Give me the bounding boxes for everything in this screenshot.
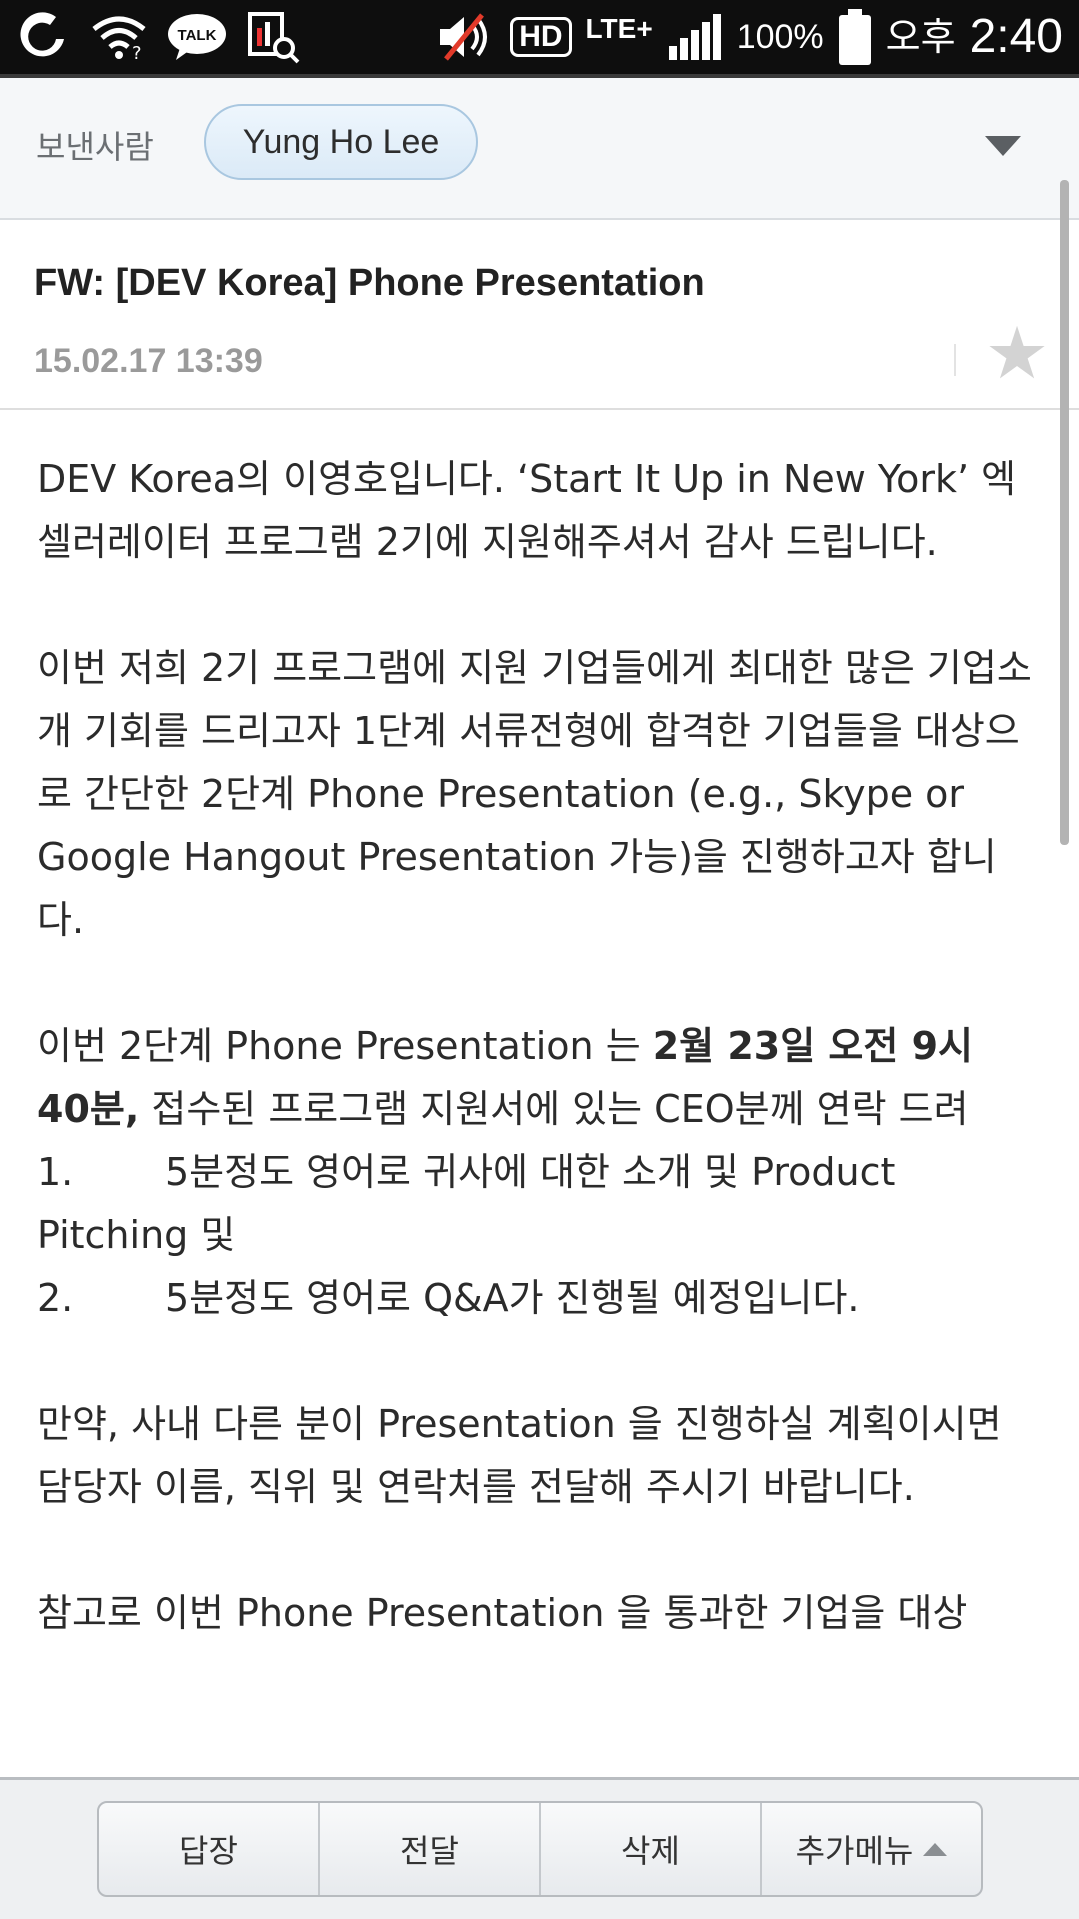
delete-label: 삭제 bbox=[621, 1832, 680, 1870]
divider bbox=[954, 344, 956, 376]
bottom-toolbar: 답장 전달 삭제 추가메뉴 bbox=[0, 1777, 1079, 1919]
olleh-icon bbox=[16, 9, 72, 65]
body-text: 접수된 프로그램 지원서에 있는 CEO분께 연락 드려 bbox=[139, 1087, 969, 1131]
list-item: 1. 5분정도 영어로 귀사에 대한 소개 및 Product Pitching … bbox=[37, 1141, 1037, 1267]
subject-divider bbox=[0, 408, 1079, 410]
more-menu-button[interactable]: 추가메뉴 bbox=[762, 1803, 981, 1895]
scrollbar[interactable] bbox=[1060, 180, 1069, 845]
list-text: 5분정도 영어로 귀사에 대한 소개 및 Product Pitching 및 bbox=[37, 1150, 896, 1257]
hd-voice-icon: HD bbox=[510, 17, 572, 57]
clock-time: 2:40 bbox=[969, 10, 1063, 63]
body-paragraph: 참고로 이번 Phone Presentation 을 통과한 기업을 대상 bbox=[37, 1591, 968, 1635]
sender-header: 보낸사람 Yung Ho Lee bbox=[0, 78, 1079, 220]
star-icon[interactable]: ★ bbox=[982, 317, 1052, 389]
battery-icon bbox=[838, 9, 872, 65]
kakaotalk-icon: TALK bbox=[166, 12, 228, 62]
screen-search-icon bbox=[246, 10, 300, 64]
clock-ampm: 오후 bbox=[885, 15, 956, 59]
list-text: 5분정도 영어로 Q&A가 진행될 예정입니다. bbox=[165, 1276, 860, 1320]
body-paragraph: 이번 저희 2기 프로그램에 지원 기업들에게 최대한 많은 기업소개 기회를 … bbox=[37, 646, 1032, 942]
list-number: 1. bbox=[37, 1150, 74, 1194]
status-bar: ? TALK HD LTE+ 100% 오후 2:40 bbox=[0, 0, 1079, 74]
message-subject: FW: [DEV Korea] Phone Presentation bbox=[34, 262, 705, 304]
action-button-group: 답장 전달 삭제 추가메뉴 bbox=[97, 1801, 983, 1897]
body-paragraph: 만약, 사내 다른 분이 Presentation 을 진행하실 계획이시면 담… bbox=[37, 1402, 1002, 1509]
body-text: 이번 2단계 Phone Presentation 는 bbox=[37, 1024, 653, 1068]
svg-text:?: ? bbox=[132, 43, 142, 61]
mute-icon bbox=[436, 11, 496, 63]
message-date: 15.02.17 13:39 bbox=[34, 342, 263, 380]
chevron-up-icon bbox=[923, 1842, 948, 1856]
reply-button[interactable]: 답장 bbox=[99, 1803, 320, 1895]
list-number: 2. bbox=[37, 1276, 74, 1320]
wifi-icon: ? bbox=[90, 13, 148, 61]
sender-label: 보낸사람 bbox=[36, 128, 154, 166]
lte-icon: LTE+ bbox=[585, 13, 653, 44]
battery-percent: 100% bbox=[736, 18, 824, 56]
more-menu-label: 추가메뉴 bbox=[795, 1832, 914, 1870]
reply-label: 답장 bbox=[179, 1832, 238, 1870]
list-item: 2. 5분정도 영어로 Q&A가 진행될 예정입니다. bbox=[37, 1267, 1037, 1330]
message-body: DEV Korea의 이영호입니다. ‘Start It Up in New Y… bbox=[37, 448, 1037, 1768]
sender-chip[interactable]: Yung Ho Lee bbox=[204, 104, 478, 180]
body-paragraph: 이번 2단계 Phone Presentation 는 2월 23일 오전 9시… bbox=[37, 1015, 1037, 1141]
svg-text:TALK: TALK bbox=[178, 27, 217, 44]
body-paragraph: DEV Korea의 이영호입니다. ‘Start It Up in New Y… bbox=[37, 457, 1017, 564]
forward-button[interactable]: 전달 bbox=[320, 1803, 541, 1895]
forward-label: 전달 bbox=[400, 1832, 459, 1870]
delete-button[interactable]: 삭제 bbox=[541, 1803, 762, 1895]
chevron-down-icon[interactable] bbox=[985, 136, 1021, 156]
signal-icon bbox=[667, 12, 723, 62]
